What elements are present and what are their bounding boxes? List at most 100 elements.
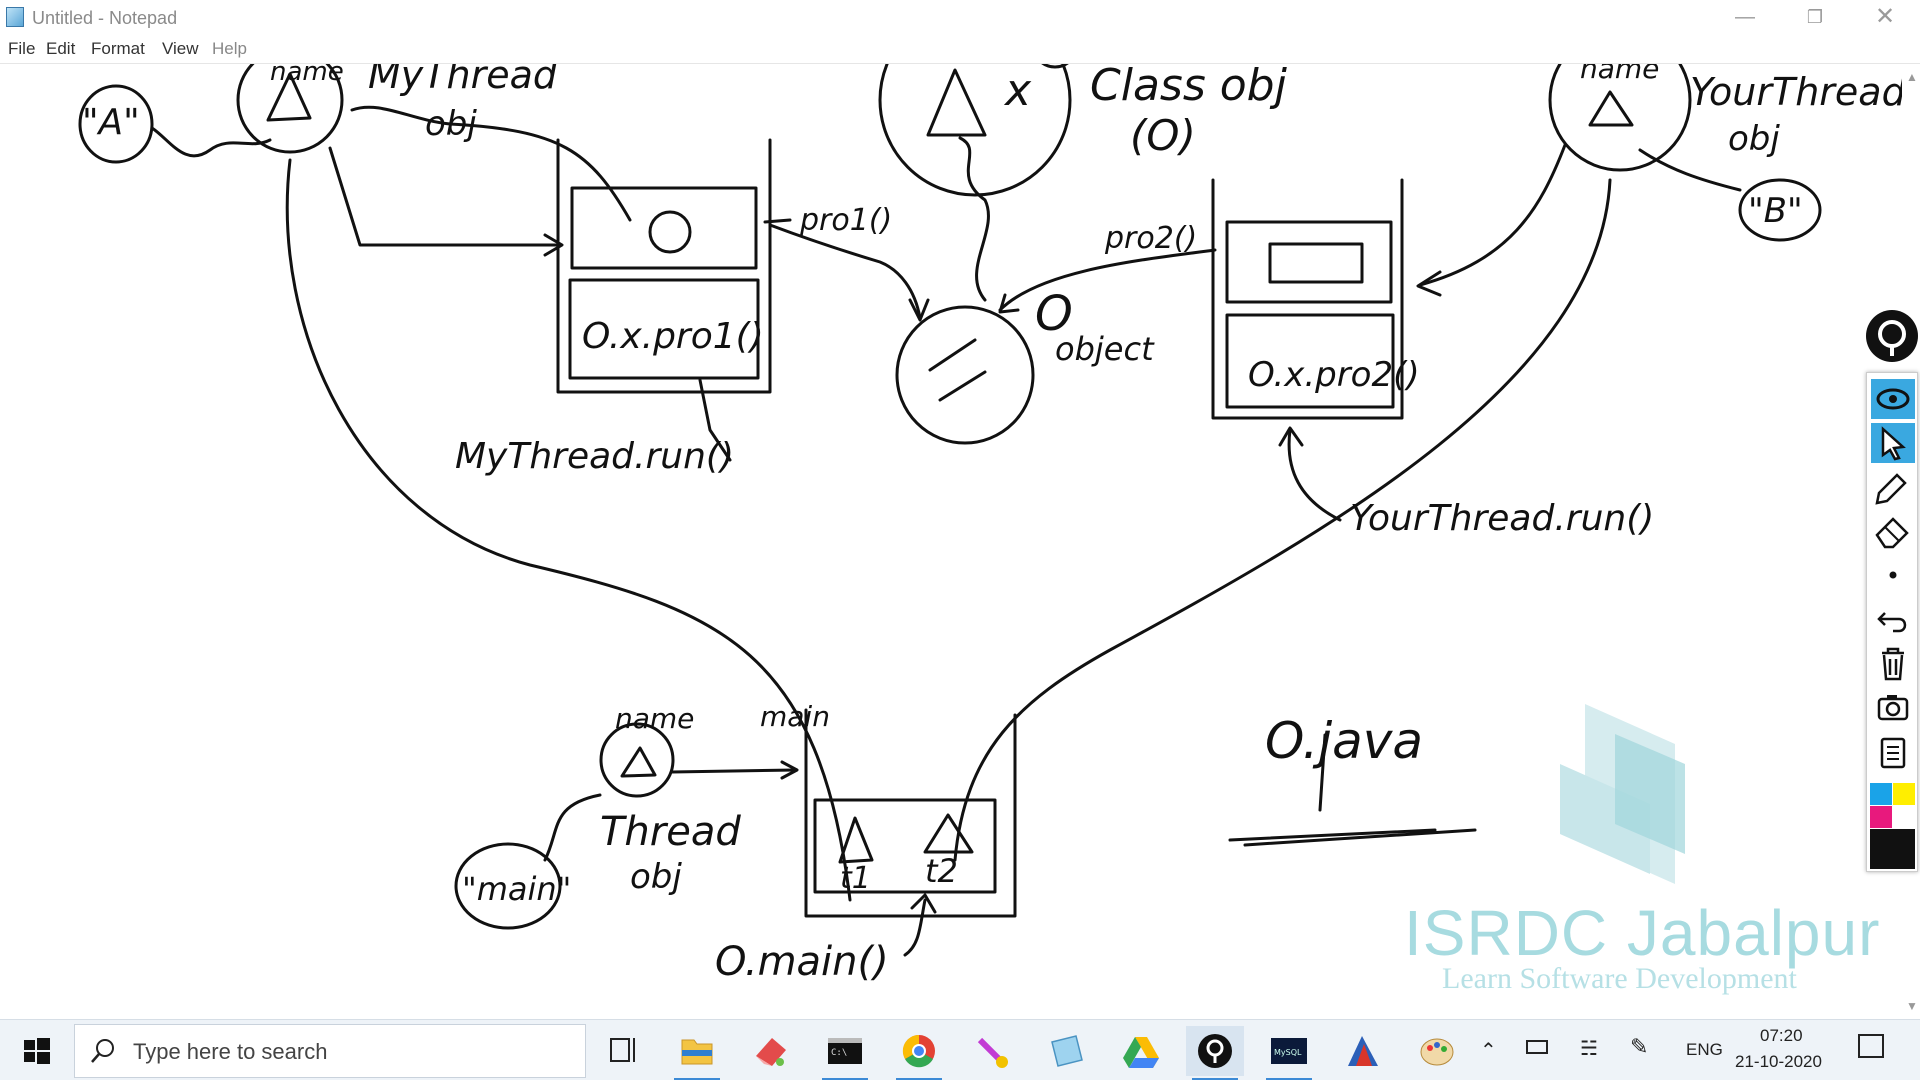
- color-swatch-blue[interactable]: [1870, 783, 1892, 805]
- language-indicator[interactable]: ENG: [1686, 1040, 1723, 1060]
- chrome-icon[interactable]: [890, 1026, 948, 1080]
- main-obj-to-stack: [670, 768, 797, 774]
- svg-text:MySQL: MySQL: [1274, 1048, 1302, 1057]
- color-swatch-magenta[interactable]: [1870, 806, 1892, 828]
- mythread-label: MyThread: [368, 64, 558, 97]
- object-circle: [895, 305, 1035, 445]
- menu-edit[interactable]: Edit: [46, 39, 75, 59]
- color-swatch-yellow[interactable]: [1893, 783, 1915, 805]
- mythread-pro1-frame: [570, 186, 758, 270]
- yourthread-run-pointer: [1287, 428, 1342, 522]
- feather-app-icon[interactable]: [1334, 1026, 1392, 1076]
- task-view-icon[interactable]: [594, 1026, 652, 1076]
- pro2-call-label: O.x.pro2(): [1248, 355, 1420, 395]
- close-button[interactable]: ✕: [1850, 0, 1920, 36]
- color-swatch-white[interactable]: [1893, 806, 1915, 828]
- menu-help[interactable]: Help: [212, 39, 247, 59]
- eye-icon[interactable]: [1871, 379, 1915, 419]
- pen-tray-icon[interactable]: ✎: [1630, 1034, 1648, 1060]
- clock-date[interactable]: 21-10-2020: [1735, 1052, 1822, 1072]
- search-icon: [91, 1039, 114, 1063]
- yourthread-label: YourThread: [1690, 70, 1907, 114]
- yourthread-arg-label: "B": [1748, 191, 1803, 231]
- mythread-to-stack: [350, 105, 632, 222]
- main-stack: [804, 708, 1017, 918]
- yourthread-ref-triangle: [1588, 90, 1634, 127]
- brush-app-icon[interactable]: [964, 1026, 1022, 1076]
- menu-file[interactable]: File: [8, 39, 35, 59]
- t1-label: t1: [840, 861, 871, 896]
- yourthread-to-stack: [1418, 143, 1567, 287]
- file-explorer-icon[interactable]: [668, 1026, 726, 1080]
- object-label: object: [1055, 330, 1155, 368]
- pen-app-logo-icon[interactable]: [1866, 310, 1918, 362]
- watermark-logo: [1560, 704, 1685, 884]
- scroll-down-icon[interactable]: ▼: [1906, 999, 1918, 1013]
- search-box[interactable]: Type here to search: [74, 1024, 586, 1078]
- search-placeholder: Type here to search: [133, 1039, 328, 1064]
- yourthread-obj-label: obj: [1728, 119, 1780, 159]
- clock-time[interactable]: 07:20: [1760, 1026, 1803, 1046]
- yourthread-name-label: name: [1580, 64, 1659, 85]
- title-bar: Untitled - Notepad — ❐ ✕: [0, 0, 1920, 36]
- battery-icon[interactable]: [1526, 1040, 1548, 1054]
- start-button[interactable]: [0, 1020, 72, 1080]
- main-run-label: O.main(): [715, 939, 889, 985]
- notepad-icon: [6, 7, 24, 27]
- minimize-button[interactable]: —: [1710, 0, 1780, 36]
- restore-button[interactable]: ❐: [1780, 0, 1850, 36]
- notepad-screen: Untitled - Notepad — ❐ ✕ File Edit Forma…: [0, 0, 1920, 1080]
- mythread-arg-label: "A": [82, 102, 140, 143]
- file-name-label: O.java: [1265, 712, 1423, 770]
- main-thread-label: Thread: [600, 809, 741, 855]
- scroll-up-icon[interactable]: ▲: [1906, 70, 1918, 84]
- main-arg-link: [543, 793, 602, 862]
- notepad-app-icon[interactable]: [1038, 1026, 1096, 1076]
- pointer-icon[interactable]: [1871, 423, 1915, 463]
- yourthread-pro2-frame: [1225, 220, 1393, 304]
- pro2-to-object: [998, 248, 1217, 312]
- pro1-call-label: O.x.pro1(): [582, 316, 764, 357]
- paint-icon[interactable]: [1408, 1026, 1466, 1076]
- yourthread-run-label: YourThread.run(): [1350, 498, 1654, 539]
- watermark-subtitle: Learn Software Development: [1442, 962, 1797, 995]
- class-obj-label: Class obj: [1090, 64, 1288, 111]
- main-arg-label: "main": [462, 870, 571, 908]
- pen-icon[interactable]: [1871, 467, 1915, 507]
- mythread-arg-link: [150, 126, 272, 158]
- menu-format[interactable]: Format: [91, 39, 145, 59]
- menu-view[interactable]: View: [162, 39, 199, 59]
- color-swatch-black[interactable]: [1870, 829, 1915, 869]
- pen-toolbar: [1866, 372, 1918, 872]
- trash-icon[interactable]: [1871, 643, 1915, 683]
- svg-text:C:\: C:\: [831, 1048, 847, 1058]
- pro1-label: pro1(): [799, 203, 892, 238]
- text-area-canvas[interactable]: MyThread obj name "A" pro1() O.x.pro1() …: [0, 64, 1920, 1019]
- ojava-underline: [1228, 828, 1477, 847]
- t1-reference-curve: [285, 158, 852, 902]
- camera-icon[interactable]: [1871, 687, 1915, 727]
- pro1-to-object: [768, 223, 922, 320]
- eraser-icon[interactable]: [1871, 511, 1915, 551]
- clipboard-icon[interactable]: [1871, 731, 1915, 771]
- mysql-icon[interactable]: MySQL: [1260, 1026, 1318, 1080]
- class-field-label: x: [1003, 65, 1032, 116]
- mythread-obj-label: obj: [425, 104, 477, 144]
- chevron-up-icon[interactable]: ⌃: [1480, 1038, 1497, 1063]
- mythread-to-frame-arrow: [328, 146, 562, 247]
- eraser-app-icon[interactable]: [742, 1026, 800, 1076]
- main-thread-obj-label: obj: [630, 857, 682, 897]
- undo-icon[interactable]: [1871, 599, 1915, 639]
- wifi-icon[interactable]: ☵: [1580, 1036, 1598, 1061]
- pen-app-icon[interactable]: [1186, 1026, 1244, 1080]
- main-thread-name-label: name: [615, 702, 694, 735]
- class-to-object: [958, 136, 990, 302]
- windows-icon: [24, 1038, 50, 1064]
- taskbar: Type here to search C:\ MySQL ⌃ ☵ ✎ ENG …: [0, 1019, 1920, 1080]
- notifications-icon[interactable]: [1858, 1034, 1884, 1058]
- drive-icon[interactable]: [1112, 1026, 1170, 1076]
- terminal-icon[interactable]: C:\: [816, 1026, 874, 1080]
- dot-icon[interactable]: [1871, 555, 1915, 595]
- menu-bar: File Edit Format View Help: [0, 36, 1920, 64]
- window-title: Untitled - Notepad: [32, 8, 178, 28]
